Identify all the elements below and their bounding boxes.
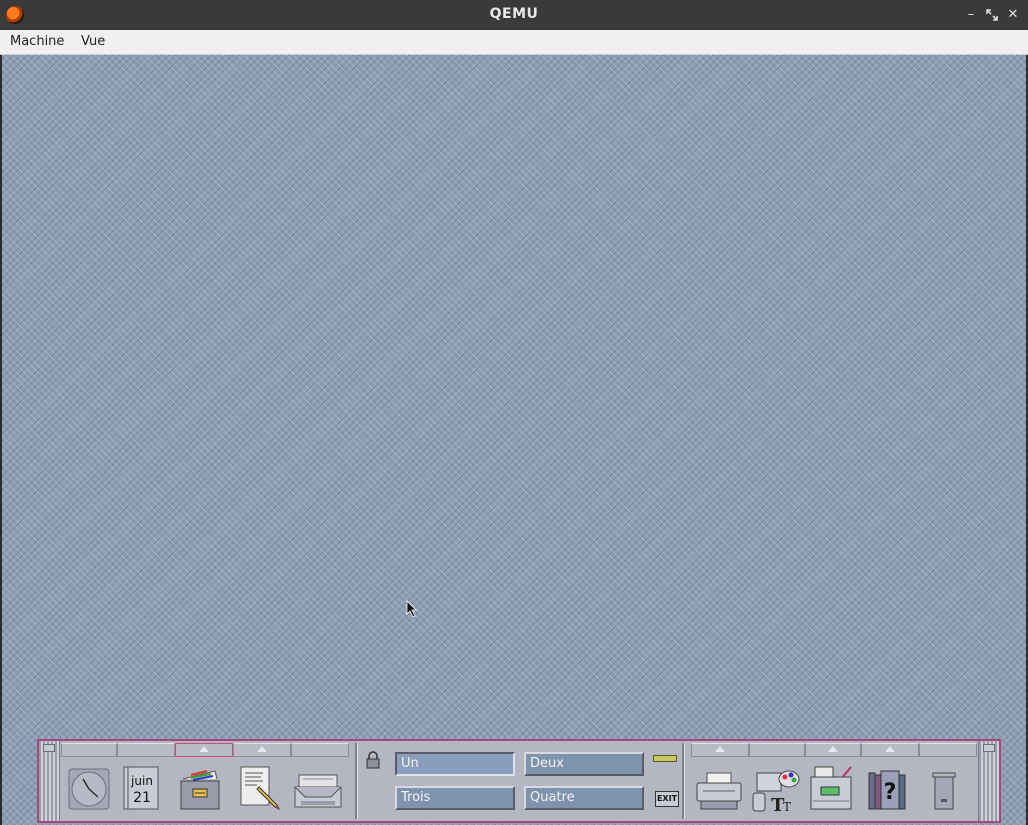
subpanel-tab-application-manager[interactable] — [805, 743, 861, 757]
minimize-icon[interactable]: – — [962, 6, 980, 24]
printer-icon — [696, 772, 742, 810]
panel-left-handle[interactable] — [39, 741, 60, 821]
front-panel: juin 21 Un Deux Trois Quatre EXIT T T ? — [37, 739, 1001, 823]
subpanel-tab-trash[interactable] — [919, 743, 977, 757]
style-manager-button[interactable]: T T — [751, 761, 803, 819]
panel-menu-button[interactable] — [983, 744, 995, 752]
mail-button[interactable] — [293, 761, 345, 819]
text-editor-icon — [240, 766, 281, 811]
menu-vue[interactable]: Vue — [81, 34, 105, 49]
workspace-quatre-button[interactable]: Quatre — [524, 786, 644, 810]
maximize-icon[interactable] — [983, 6, 1001, 24]
window-title: QEMU — [489, 6, 539, 22]
menu-machine[interactable]: Machine — [10, 34, 64, 49]
workspace-un-button[interactable]: Un — [395, 752, 515, 776]
subpanel-tab-mail[interactable] — [291, 743, 349, 757]
printer-button[interactable] — [695, 761, 747, 819]
exit-button[interactable]: EXIT — [655, 791, 679, 807]
text-editor-button[interactable] — [235, 761, 287, 819]
subpanel-tab-help[interactable] — [861, 743, 919, 757]
trash-icon — [932, 772, 956, 810]
clock-button[interactable] — [67, 761, 119, 819]
panel-right-handle[interactable] — [978, 741, 999, 821]
menu-bar: Machine Vue — [0, 30, 1028, 55]
mouse-cursor-icon — [406, 600, 417, 618]
minimize-panel-button[interactable] — [43, 744, 55, 752]
svg-text:?: ? — [884, 780, 897, 805]
lock-icon — [366, 751, 380, 769]
clock-icon — [68, 768, 110, 810]
calendar-icon: juin 21 — [123, 766, 159, 810]
desktop-background[interactable] — [2, 55, 1026, 825]
close-icon[interactable]: ✕ — [1004, 6, 1022, 24]
trash-button[interactable] — [927, 761, 979, 819]
subpanel-tab-text-editor[interactable] — [233, 743, 291, 757]
file-manager-button[interactable] — [177, 761, 229, 819]
workspace-trois-button[interactable]: Trois — [395, 786, 515, 810]
mail-icon — [294, 774, 342, 808]
calendar-button[interactable]: juin 21 — [121, 761, 173, 819]
help-icon: ? — [868, 770, 906, 810]
help-button[interactable]: ? — [865, 761, 917, 819]
application-manager-icon — [810, 766, 852, 810]
subpanel-tab-clock[interactable] — [61, 743, 117, 757]
style-manager-icon: T T — [752, 770, 800, 816]
subpanel-tab-calendar[interactable] — [117, 743, 175, 757]
calendar-day: 21 — [133, 790, 151, 806]
calendar-month: juin — [130, 774, 153, 788]
subpanel-tab-style-manager[interactable] — [749, 743, 805, 757]
file-manager-icon — [180, 770, 220, 810]
window-title-bar: QEMU – ✕ — [0, 0, 1028, 30]
busy-indicator — [653, 755, 677, 762]
subpanel-tab-file-manager[interactable] — [175, 743, 233, 757]
panel-separator-left — [355, 743, 358, 819]
workspace-deux-button[interactable]: Deux — [524, 752, 644, 776]
panel-separator-right — [682, 743, 685, 819]
lock-button[interactable] — [365, 751, 381, 769]
subpanel-tab-printer[interactable] — [691, 743, 749, 757]
application-manager-button[interactable] — [807, 761, 859, 819]
svg-text:T: T — [783, 800, 791, 814]
